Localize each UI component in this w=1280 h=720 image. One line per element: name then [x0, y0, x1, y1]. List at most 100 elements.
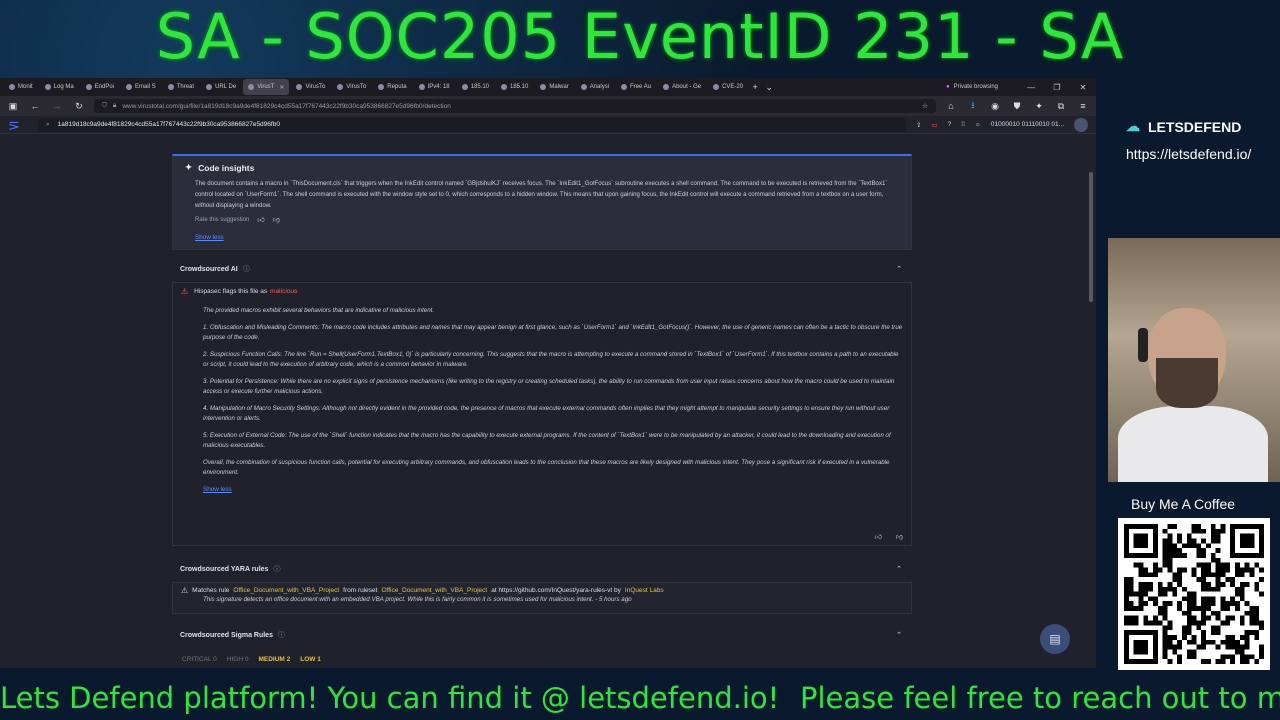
pocket-icon[interactable]: ⌂	[944, 101, 958, 111]
rate-label: Rate this suggestion	[195, 216, 250, 223]
sparkle-icon: ✦	[185, 162, 193, 172]
virustotal-logo-icon[interactable]: ⋝	[8, 118, 28, 132]
extension-icon[interactable]: ◉	[988, 101, 1002, 112]
scrollbar[interactable]	[1086, 152, 1096, 668]
chevron-up-icon[interactable]: ⌃	[896, 265, 902, 273]
browser-tab[interactable]: Monit	[4, 79, 38, 95]
puzzle-icon[interactable]: ⧉	[1054, 101, 1068, 112]
browser-tab[interactable]: Threat	[163, 79, 199, 95]
tab-label: 185.10	[470, 84, 489, 90]
yara-rules-header[interactable]: Crowdsourced YARA rules ⓘ ⌃	[172, 558, 912, 580]
browser-tab[interactable]: IPv4: 18	[414, 79, 455, 95]
browser-tab[interactable]: URL De	[201, 79, 241, 95]
code-insights-text: The document contains a macro in `ThisDo…	[195, 180, 888, 209]
user-avatar[interactable]	[1074, 117, 1088, 132]
browser-tab[interactable]: VirusTo	[332, 79, 371, 95]
yara-chevron-up-icon[interactable]: ⌃	[896, 565, 902, 573]
browser-tab[interactable]: About - Ge	[658, 79, 706, 95]
browser-tab[interactable]: 185.10	[496, 79, 533, 95]
browser-tab[interactable]: 185.10	[457, 79, 494, 95]
severity-medium[interactable]: MEDIUM 2	[258, 656, 290, 663]
menu-icon[interactable]: ≡	[1076, 101, 1090, 111]
tab-favicon-icon	[337, 84, 344, 90]
ai-show-less-link[interactable]: Show less	[203, 486, 232, 493]
yara-ruleset-link[interactable]: Office_Document_with_VBA_Project	[381, 587, 487, 594]
tab-label: Monit	[18, 84, 33, 90]
tab-favicon-icon	[126, 84, 133, 90]
restore-button[interactable]: ❐	[1044, 83, 1070, 92]
severity-low[interactable]: LOW 1	[300, 656, 321, 663]
sigma-severity-filters: CRITICAL 0 HIGH 0 MEDIUM 2 LOW 1	[182, 656, 321, 663]
tab-favicon-icon	[296, 84, 303, 90]
new-tab-icon[interactable]: +	[748, 82, 762, 92]
grid-icon[interactable]: ⁞⁞	[961, 121, 965, 128]
browser-tab[interactable]: EndPoi	[81, 79, 119, 95]
severity-critical[interactable]: CRITICAL 0	[182, 656, 217, 663]
yara-author-link[interactable]: InQuest Labs	[625, 587, 664, 594]
letsdefend-brand: LETSDEFEND	[1148, 118, 1242, 135]
tab-favicon-icon	[461, 84, 468, 90]
tab-list-icon[interactable]: ⌄	[762, 82, 776, 93]
tab-label: Email S	[135, 84, 156, 90]
address-bar[interactable]: ⛉ 🔒︎ www.virustotal.com/gui/file/1a819d1…	[94, 99, 936, 113]
help-icon[interactable]: ?	[948, 121, 952, 128]
browser-tab[interactable]: Analysi	[576, 79, 614, 95]
scrolling-ticker: Lets Defend platform! You can find it @ …	[0, 676, 1280, 720]
forward-icon[interactable]: →	[50, 101, 64, 111]
browser-tab[interactable]: Reputa	[373, 79, 411, 95]
tab-favicon-icon	[85, 84, 92, 90]
ublock-icon[interactable]: ⛊	[1010, 101, 1024, 112]
stream-sidebar: ☁ LETSDEFEND https://letsdefend.io/ Buy …	[1096, 78, 1280, 670]
upload-icon[interactable]: ⇪	[916, 121, 921, 129]
reload-icon[interactable]: ↻	[72, 101, 86, 112]
nav-bar: ▣ ← → ↻ ⛉ 🔒︎ www.virustotal.com/gui/file…	[0, 96, 1096, 116]
yara-rule-link[interactable]: Office_Document_with_VBA_Project	[233, 587, 339, 594]
tab-favicon-icon	[378, 84, 385, 90]
ticker-right-text: Please feel free to reach out to me with…	[800, 681, 1280, 715]
tab-label: VirusTo	[346, 84, 367, 90]
insights-show-less-link[interactable]: Show less	[195, 234, 224, 241]
flag-prefix: Hispasec flags this file as	[194, 288, 268, 295]
crowdsourced-ai-title: Crowdsourced AI	[180, 265, 238, 273]
back-icon[interactable]: ←	[28, 101, 42, 111]
private-browsing-label: Private browsing	[953, 84, 998, 90]
thumbs-up-icon[interactable]: 👍︎	[257, 215, 264, 224]
browser-tab[interactable]: Email S	[121, 79, 161, 95]
ai-intro: The provided macros exhibit several beha…	[203, 307, 435, 314]
thumbs-down-icon[interactable]: 👎︎	[273, 215, 280, 224]
chat-bubble-button[interactable]: ▤	[1040, 624, 1070, 654]
bookmark-star-icon[interactable]: ☆	[922, 102, 928, 110]
addons-icon[interactable]: ✦	[1032, 101, 1046, 112]
browser-tab[interactable]: VirusT ✕	[243, 79, 290, 95]
tab-label: Log Ma	[53, 84, 74, 90]
ai-thumbs-up-icon[interactable]: 👍︎	[875, 532, 882, 541]
crowdsourced-ai-panel: ⚠ Hispasec flags this file as malicious …	[172, 282, 912, 546]
close-tab-icon[interactable]: ✕	[279, 84, 284, 91]
tab-favicon-icon	[44, 84, 51, 90]
page-content: ✦ Code insights The document contains a m…	[0, 152, 1086, 668]
browser-tab[interactable]: Free Au	[616, 79, 656, 95]
vt-search-input[interactable]: ⌕ 1a819d18c9a9de4f81829c4cd55a17f767443c…	[38, 117, 907, 132]
severity-high[interactable]: HIGH 0	[227, 656, 249, 663]
browser-tab[interactable]: Log Ma	[40, 79, 79, 95]
chat-icon[interactable]: ▭	[931, 121, 937, 129]
scrollbar-thumb[interactable]	[1089, 172, 1093, 302]
minimize-button[interactable]: —	[1018, 83, 1044, 92]
browser-tab[interactable]: Malwar	[535, 79, 573, 95]
downloads-icon[interactable]: ⭳	[966, 98, 980, 114]
letsdefend-url: https://letsdefend.io/	[1126, 146, 1252, 162]
ai-thumbs-down-icon[interactable]: 👎︎	[896, 532, 903, 541]
yara-description: This signature detects an office documen…	[203, 596, 632, 603]
code-insights-title: Code insights	[198, 162, 255, 173]
tab-favicon-icon	[248, 84, 255, 90]
sigma-chevron-up-icon[interactable]: ⌃	[896, 631, 902, 639]
theme-icon[interactable]: ☼	[975, 121, 981, 128]
user-name[interactable]: 01000010 01110010 01...	[991, 121, 1064, 128]
sidebar-icon[interactable]: ▣	[6, 101, 20, 112]
crowdsourced-ai-header[interactable]: Crowdsourced AI ⓘ ⌃	[172, 258, 912, 280]
browser-tab[interactable]: CVE-20	[708, 79, 748, 95]
vt-search-value: 1a819d18c9a9de4f81829c4cd55a17f767443c22…	[57, 121, 280, 128]
close-window-button[interactable]: ✕	[1070, 83, 1096, 92]
sigma-rules-header[interactable]: Crowdsourced Sigma Rules ⓘ ⌃	[172, 624, 912, 646]
browser-tab[interactable]: VirusTo	[291, 79, 330, 95]
